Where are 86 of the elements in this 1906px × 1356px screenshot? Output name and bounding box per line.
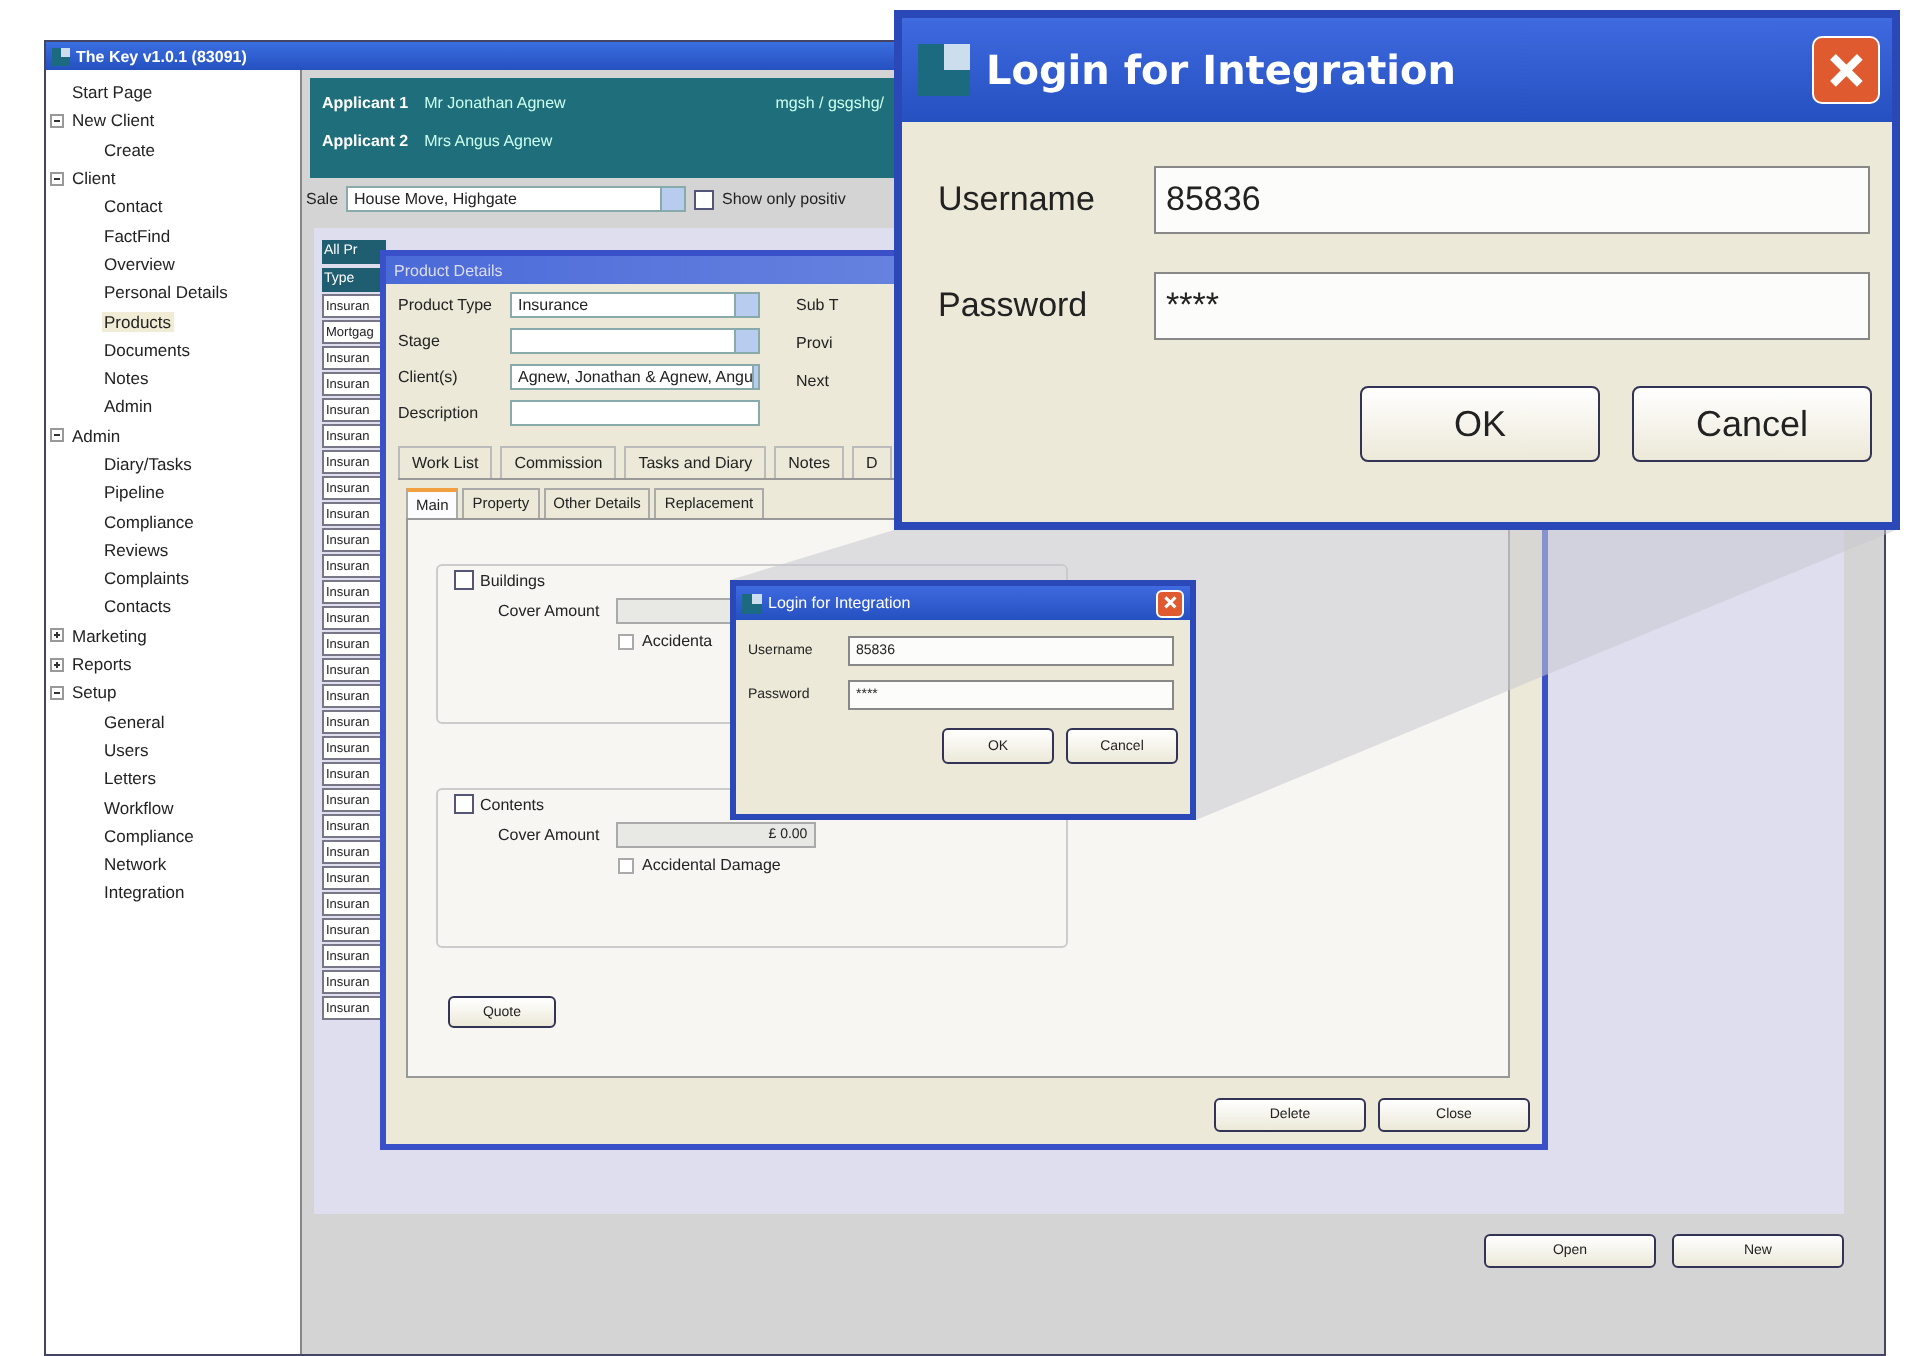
checkbox-label: Buildings xyxy=(480,571,545,589)
tree-item[interactable]: Documents xyxy=(102,339,192,360)
checkbox[interactable] xyxy=(618,633,634,649)
tree-item[interactable]: Admin xyxy=(102,396,155,417)
checkbox[interactable] xyxy=(618,857,634,873)
dropdown-field[interactable]: Agnew, Jonathan & Agnew, Angu xyxy=(510,364,760,390)
tree-item[interactable]: Compliance xyxy=(102,511,196,532)
field-label: Username xyxy=(938,180,1097,220)
tree-item[interactable]: Setup xyxy=(70,682,119,703)
tree-item[interactable]: Contact xyxy=(102,196,165,217)
tree-item[interactable]: Complaints xyxy=(102,568,192,589)
tree-item[interactable]: FactFind xyxy=(102,225,173,246)
tab[interactable]: D xyxy=(852,446,892,478)
tree-item[interactable]: Reviews xyxy=(102,539,171,560)
tree-item[interactable]: Products xyxy=(102,311,174,332)
tree-item[interactable]: Start Page xyxy=(70,82,155,103)
tree-item[interactable]: Letters xyxy=(102,768,158,789)
tree-item[interactable]: Pipeline xyxy=(102,482,167,503)
checkbox[interactable] xyxy=(454,794,474,814)
window-title: The Key v1.0.1 (83091) xyxy=(76,47,247,65)
close-button[interactable] xyxy=(1156,589,1184,617)
expander-icon[interactable] xyxy=(50,685,64,700)
expander-icon[interactable] xyxy=(50,657,64,672)
tree-item[interactable]: Overview xyxy=(102,253,177,274)
tree-item[interactable]: General xyxy=(102,711,167,732)
reference-text: mgsh / gsgshg/ xyxy=(775,94,884,112)
tree-item[interactable]: Network xyxy=(102,854,169,875)
app-icon xyxy=(918,44,970,96)
dialog-title: Login for Integration xyxy=(768,594,913,612)
tree-item[interactable]: New Client xyxy=(70,110,157,131)
dialog-button[interactable]: OK xyxy=(1360,386,1600,462)
password-field[interactable]: **** xyxy=(1154,272,1870,340)
tree-item[interactable]: Workflow xyxy=(102,797,176,818)
dialog-button[interactable]: Cancel xyxy=(1632,386,1872,462)
tree-item[interactable]: Diary/Tasks xyxy=(102,454,194,474)
dialog-title: Product Details xyxy=(394,261,503,279)
tree-item[interactable]: Client xyxy=(70,168,118,189)
tree-item[interactable]: Users xyxy=(102,739,151,760)
expander-icon[interactable] xyxy=(50,171,64,186)
field-label: Next xyxy=(796,372,831,390)
field-label: Provi xyxy=(796,334,835,352)
close-button[interactable] xyxy=(1812,36,1880,104)
sale-dropdown[interactable]: House Move, Highgate xyxy=(346,186,687,212)
checkbox[interactable] xyxy=(454,570,474,590)
dropdown-field[interactable]: Insurance xyxy=(510,292,760,318)
tab[interactable]: Notes xyxy=(774,446,845,478)
app-icon xyxy=(742,593,762,613)
field-label: Product Type xyxy=(398,296,494,314)
tab[interactable]: Commission xyxy=(500,446,617,478)
tree-item[interactable]: Personal Details xyxy=(102,282,230,303)
expander-icon[interactable] xyxy=(50,113,64,128)
field-label: Client(s) xyxy=(398,368,460,386)
applicant-label: Applicant 1 xyxy=(322,94,409,112)
checkbox[interactable] xyxy=(694,189,715,209)
dropdown-field[interactable] xyxy=(510,328,760,354)
close-icon xyxy=(1161,594,1179,612)
username-field[interactable]: 85836 xyxy=(1154,166,1870,234)
tree-item[interactable]: Integration xyxy=(102,882,187,903)
applicant-label: Applicant 2 xyxy=(322,132,409,150)
tree-item[interactable]: Admin xyxy=(70,425,123,446)
dialog-title: Login for Integration xyxy=(986,46,1458,94)
tree-item[interactable]: Create xyxy=(102,139,158,160)
checkbox-label: Contents xyxy=(480,795,545,813)
tree-item[interactable]: Notes xyxy=(102,368,151,389)
app-icon xyxy=(52,47,70,65)
tab[interactable]: Tasks and Diary xyxy=(624,446,767,478)
applicant-name: Mr Jonathan Agnew xyxy=(424,94,566,112)
checkbox-label: Show only positiv xyxy=(722,190,846,208)
field-label: Password xyxy=(938,286,1090,326)
expander-icon[interactable] xyxy=(50,428,64,443)
checkbox-label: Accidenta xyxy=(642,632,713,650)
field-label: Cover Amount xyxy=(498,602,600,620)
tree-item[interactable]: Contacts xyxy=(102,596,174,617)
field-label: Description xyxy=(398,404,481,422)
expander-icon[interactable] xyxy=(50,628,64,643)
field-label: Sub T xyxy=(796,296,839,314)
tab[interactable]: Work List xyxy=(398,446,493,478)
applicant-name: Mrs Angus Agnew xyxy=(424,132,553,150)
field-label: Stage xyxy=(398,332,442,350)
tree-item[interactable]: Reports xyxy=(70,654,134,675)
tree-item[interactable]: Compliance xyxy=(102,825,196,846)
checkbox-label: Accidental Damage xyxy=(642,856,781,874)
field-label: Cover Amount xyxy=(498,826,600,844)
input-field[interactable] xyxy=(510,400,760,426)
tree-item[interactable]: Marketing xyxy=(70,625,149,646)
sale-label: Sale xyxy=(306,190,339,208)
